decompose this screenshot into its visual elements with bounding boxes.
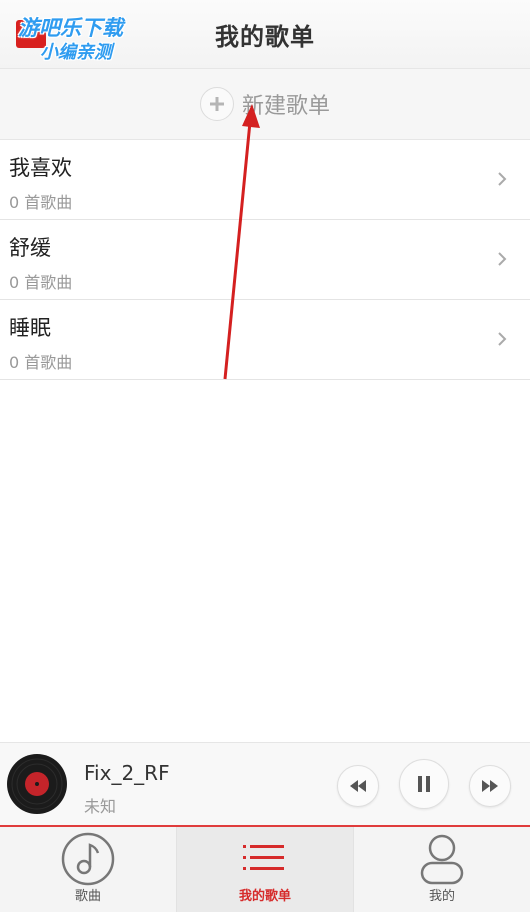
now-playing-bar[interactable]: Fix_2_RF 未知 [0,742,530,827]
tab-me[interactable]: 我的 [353,827,530,912]
playlist-name: 舒缓 [9,236,51,260]
chevron-right-icon [498,332,507,346]
playlist-name: 睡眠 [9,316,51,340]
fast-forward-icon [482,780,498,792]
music-note-icon [61,832,115,886]
previous-button[interactable] [337,765,379,807]
tab-songs[interactable]: 歌曲 [0,827,176,912]
rewind-icon [350,780,366,792]
new-playlist-label: 新建歌单 [241,94,330,119]
playlist-list: 我喜欢 0 首歌曲 舒缓 0 首歌曲 睡眠 0 首歌曲 [0,140,530,380]
next-button[interactable] [469,765,511,807]
list-icon [243,845,284,870]
song-title: Fix_2_RF [84,761,170,785]
new-playlist-button[interactable]: 新建歌单 [0,69,530,140]
vinyl-disc-icon [7,754,67,814]
playlist-count: 0 首歌曲 [9,193,73,212]
chevron-right-icon [498,172,507,186]
watermark-line2: 小编亲测 [40,42,112,63]
tab-label: 我的 [428,889,455,904]
playlist-name: 我喜欢 [9,156,72,180]
tab-label: 歌曲 [74,889,101,904]
playlist-count: 0 首歌曲 [9,273,73,292]
page-title: 我的歌单 [215,22,315,51]
pause-icon [418,776,430,792]
pause-button[interactable] [399,759,449,809]
playlist-item-favorites[interactable]: 我喜欢 0 首歌曲 [0,140,530,220]
bottom-tab-bar: 歌曲 我的歌单 我的 [0,827,530,912]
playlist-count: 0 首歌曲 [9,353,73,372]
playlist-item-sleep[interactable]: 睡眠 0 首歌曲 [0,300,530,380]
chevron-right-icon [498,252,507,266]
playlist-item-soothing[interactable]: 舒缓 0 首歌曲 [0,220,530,300]
song-artist: 未知 [84,797,117,816]
user-icon [420,834,464,885]
watermark-logo: 游吧乐下载 小编亲测 [16,10,152,66]
tab-label: 我的歌单 [238,889,291,904]
plus-icon [199,87,234,121]
tab-my-playlists[interactable]: 我的歌单 [176,827,353,912]
